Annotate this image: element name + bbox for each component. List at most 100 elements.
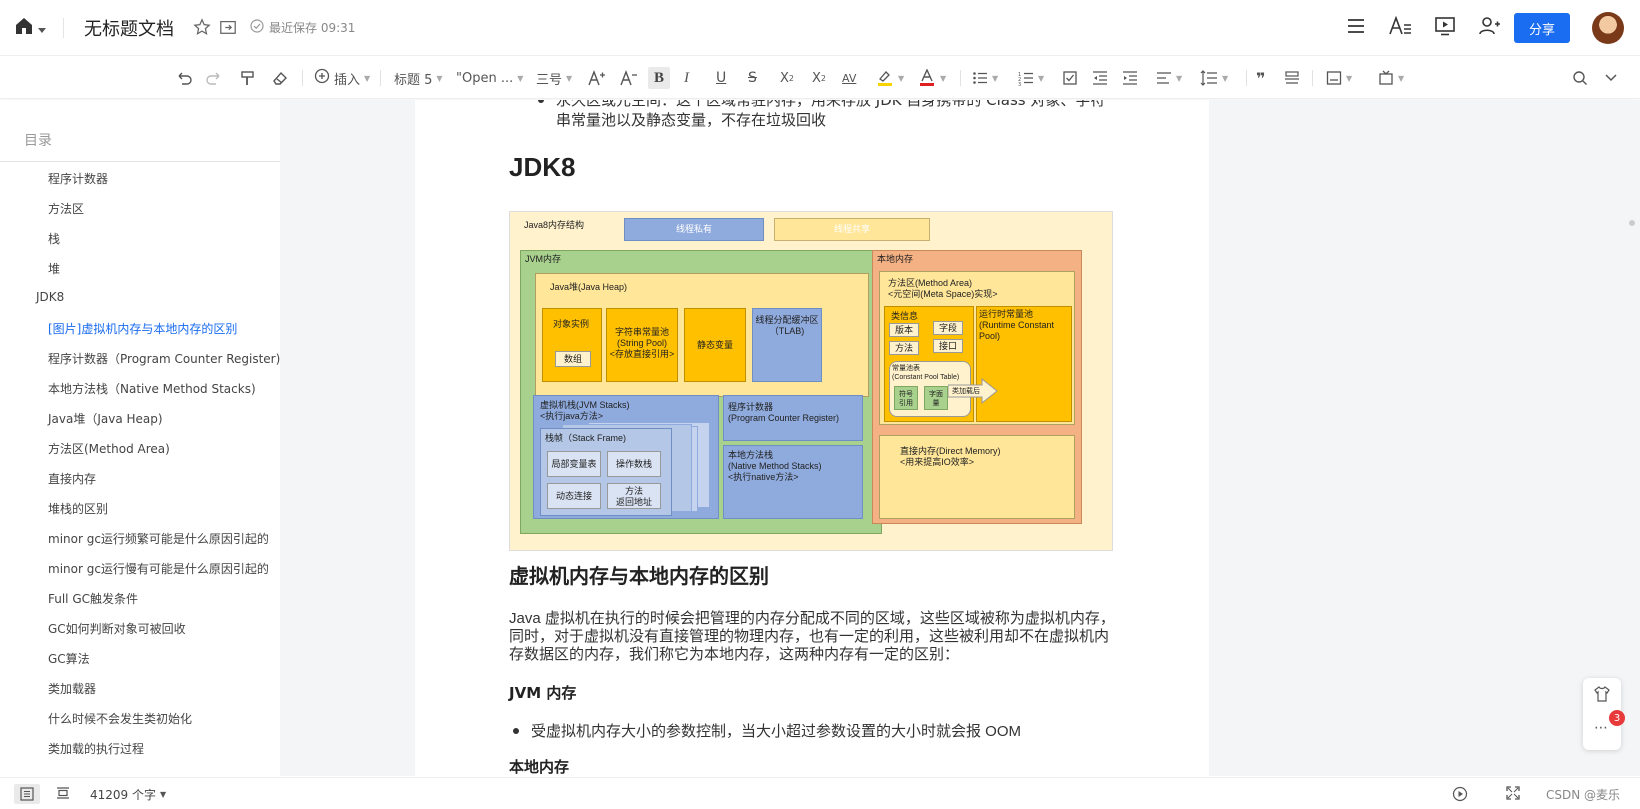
toc-item[interactable]: 本地方法栈（Native Method Stacks) [48,380,256,397]
increase-font-icon[interactable] [588,67,606,89]
numbered-list-icon[interactable]: 1 2 3 ▼ [1018,67,1044,89]
toc-item[interactable]: 程序计数器（Program Counter Register) [48,350,280,367]
field-box: 字段 [933,321,963,335]
italic-icon[interactable]: I [684,67,689,89]
shirt-icon[interactable] [1594,686,1610,706]
doc-title[interactable]: 无标题文档 [84,15,174,41]
jvm-memory-label: JVM内存 [525,254,562,264]
java-heap-box: Java堆(Java Heap) 对象实例 数组 字符串常量池 (String … [535,273,869,397]
eraser-icon[interactable] [272,67,288,89]
quote-icon[interactable]: ❞ [1256,67,1265,89]
char-spacing-icon[interactable]: AV [842,67,856,89]
toc-item[interactable]: 栈 [48,230,60,247]
indent-icon[interactable] [1122,67,1138,89]
search-icon[interactable] [1572,67,1588,89]
local-vars-box: 局部变量表 [547,451,601,477]
heading-select[interactable]: 标题 5 ▼ [394,67,443,89]
font-select[interactable]: "Open ... ▼ [456,67,523,89]
bullet-text: 受虚拟机内存大小的参数控制，当大小超过参数设置的大小时就会报 OOM [531,723,1022,740]
undo-icon[interactable] [176,67,192,89]
document-page[interactable]: 永久区或元空间：这个区域常驻内存，用来存放 JDK 自身携带的 Class 对象… [415,100,1209,776]
toc-item[interactable]: 方法区(Method Area) [48,440,170,457]
scroll-indicator[interactable] [1629,220,1635,226]
return-addr-box: 方法 返回地址 [607,483,661,509]
home-icon [14,16,34,40]
dynamic-link-box: 动态连接 [547,483,601,509]
toc-item[interactable]: 方法区 [48,200,84,217]
jvm-memory-diagram[interactable]: Java8内存结构 线程私有 线程共享 JVM内存 Java堆(Java Hea… [509,211,1113,551]
redo-icon[interactable] [206,67,222,89]
native-memory-region: 本地内存 方法区(Method Area) <元空间(Meta Space)实现… [872,250,1082,524]
embed-icon[interactable]: ▼ [1378,67,1404,89]
outline-toggle-icon[interactable] [14,784,40,804]
page-view-icon[interactable] [56,786,70,800]
toc-heading: 目录 [24,133,52,149]
avatar[interactable] [1592,12,1624,44]
share-button[interactable]: 分享 [1514,13,1570,43]
toc-item[interactable]: [图片]虚拟机内存与本地内存的区别 [48,320,237,337]
class-info-label: 类信息 [891,311,919,321]
bullet-list-icon[interactable]: ▼ [972,67,998,89]
java-heap-label: Java堆(Java Heap) [550,282,628,292]
status-bar: 41209 个字 ▼ CSDN @麦乐 [0,777,1640,809]
font-color-icon[interactable]: ▼ [918,67,946,89]
toc-item[interactable]: minor gc运行频繁可能是什么原因引起的 [48,530,269,547]
toc-item[interactable]: 堆栈的区别 [48,500,108,517]
format-painter-icon[interactable] [240,67,256,89]
present-icon[interactable] [1434,16,1456,40]
star-icon[interactable] [193,18,211,40]
menu-icon[interactable] [1346,16,1366,40]
operand-stack-box: 操作数栈 [607,451,661,477]
word-count[interactable]: 41209 个字 ▼ [90,786,166,803]
bold-icon[interactable]: B [648,67,670,89]
font-size-select[interactable]: 三号 ▼ [536,67,572,89]
decrease-font-icon[interactable] [620,67,638,89]
toc-item[interactable]: 什么时候不会发生类初始化 [48,710,192,727]
toc-item[interactable]: GC算法 [48,650,90,667]
underline-icon[interactable]: U [716,67,726,89]
toc-item[interactable]: Java堆（Java Heap) [48,410,163,427]
method-area-label: 方法区(Method Area) <元空间(Meta Space)实现> [888,278,998,299]
toc-item[interactable]: 堆 [48,260,60,277]
add-collaborator-icon[interactable] [1478,16,1500,40]
toc-item[interactable]: minor gc运行慢有可能是什么原因引起的 [48,560,269,577]
fullscreen-icon[interactable] [1506,786,1520,800]
subscript-icon[interactable]: X2 [780,67,794,89]
move-folder-icon[interactable] [219,18,237,40]
checklist-icon[interactable] [1062,67,1078,89]
format-toolbar: 插入 ▼ 标题 5 ▼ "Open ... ▼ 三号 ▼ B I U S X2 X2 A… [0,57,1640,99]
outdent-icon[interactable] [1092,67,1108,89]
strikethrough-icon[interactable]: S [748,67,757,89]
font-select-label: "Open ... [456,70,514,86]
jvm-stacks-box: 虚拟机栈(JVM Stacks) <执行java方法> 栈帧（Stack Fra… [533,395,719,519]
image-insert-icon[interactable]: ▼ [1326,67,1352,89]
highlight-color-icon[interactable]: ▼ [876,67,904,89]
toc-item[interactable]: 程序计数器 [48,170,108,187]
toc-item[interactable]: GC如何判断对象可被回收 [48,620,186,637]
heading-select-label: 标题 5 [394,72,433,88]
home-button[interactable] [14,16,50,40]
literal-box: 字面 量 [924,386,948,410]
insert-button[interactable]: 插入 ▼ [314,67,370,89]
superscript-icon[interactable]: X2 [812,67,826,89]
play-icon[interactable] [1452,786,1468,802]
diagram-title: Java8内存结构 [524,220,585,230]
native-memory-label: 本地内存 [877,254,914,264]
toc-item[interactable]: 类加载器 [48,680,96,697]
toc-item[interactable]: 类加载的执行过程 [48,740,144,757]
collapse-toolbar-icon[interactable] [1604,67,1618,89]
align-left-icon[interactable]: ▼ [1156,67,1182,89]
toolbar-divider [1312,70,1313,86]
more-icon[interactable]: ⋯ [1594,720,1608,736]
version-box: 版本 [889,323,919,337]
method-area-box: 方法区(Method Area) <元空间(Meta Space)实现> 类信息… [879,271,1075,425]
divider-line-icon[interactable] [1284,67,1300,89]
text-style-icon[interactable] [1388,15,1412,40]
toc-item[interactable]: 直接内存 [48,470,96,487]
toc-item[interactable]: Full GC触发条件 [48,590,138,607]
notification-badge: 3 [1609,710,1625,726]
insert-label: 插入 [334,72,361,88]
section-heading: 虚拟机内存与本地内存的区别 [509,564,769,588]
line-spacing-icon[interactable]: ▼ [1200,67,1228,89]
toc-item[interactable]: JDK8 [36,290,64,304]
